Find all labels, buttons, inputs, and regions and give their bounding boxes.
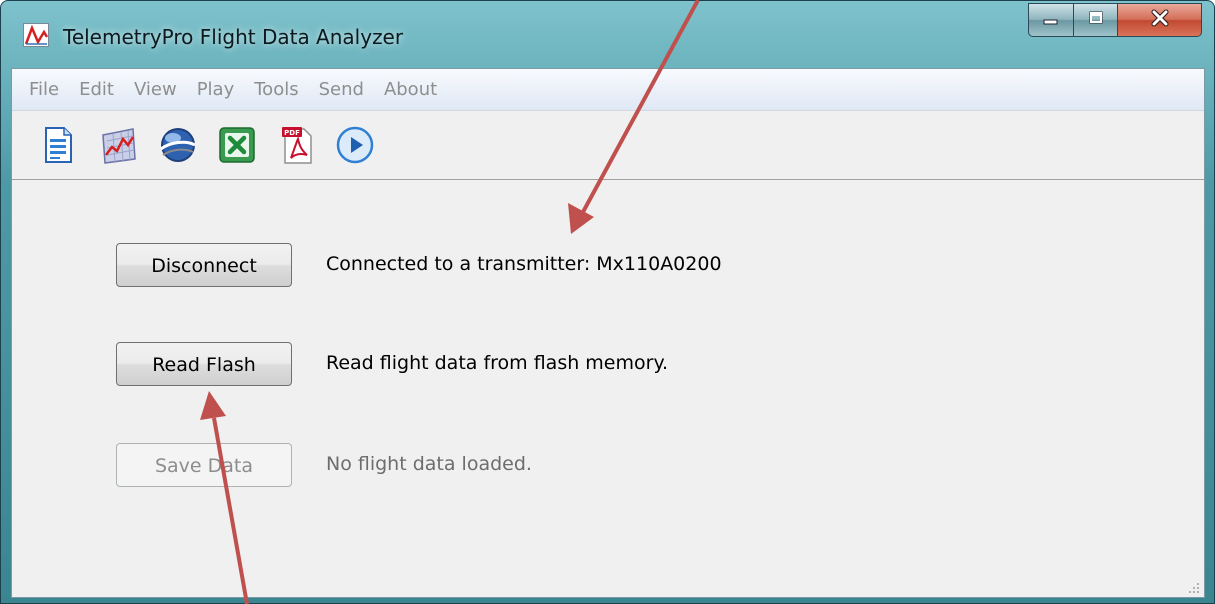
title-bar[interactable]: TelemetryPro Flight Data Analyzer (1, 1, 1214, 61)
pdf-icon[interactable]: PDF (277, 125, 317, 165)
google-earth-icon[interactable] (158, 125, 198, 165)
menu-send[interactable]: Send (302, 79, 375, 100)
read-flash-status: Read flight data from flash memory. (326, 352, 669, 374)
connection-status: Connected to a transmitter: Mx110A0200 (326, 253, 722, 275)
minimize-button[interactable] (1028, 3, 1074, 37)
play-icon[interactable] (335, 125, 375, 165)
pdf-badge-label: PDF (284, 129, 300, 137)
disconnect-button[interactable]: Disconnect (116, 243, 292, 287)
app-logo-icon (23, 23, 49, 47)
save-data-status: No flight data loaded. (326, 453, 532, 475)
menu-about[interactable]: About (367, 79, 448, 100)
resize-grip-icon[interactable] (1186, 579, 1200, 593)
menu-edit[interactable]: Edit (62, 79, 125, 100)
chart-icon[interactable] (99, 125, 139, 165)
menu-play[interactable]: Play (180, 79, 246, 100)
close-button[interactable] (1118, 3, 1202, 37)
excel-icon[interactable] (217, 125, 257, 165)
toolbar: PDF (12, 111, 1204, 180)
window-title: TelemetryPro Flight Data Analyzer (63, 25, 404, 49)
menu-bar: File Edit View Play Tools Send About (12, 69, 1204, 111)
menu-tools[interactable]: Tools (237, 79, 309, 100)
app-window: TelemetryPro Flight Data Analyzer File E… (0, 0, 1215, 604)
caption-buttons (1028, 3, 1202, 37)
save-data-button[interactable]: Save Data (116, 443, 292, 487)
close-icon (1149, 8, 1171, 32)
client-area: File Edit View Play Tools Send About PDF… (11, 68, 1205, 598)
new-document-icon[interactable] (39, 125, 79, 165)
menu-view[interactable]: View (117, 79, 188, 100)
minimize-icon (1042, 9, 1060, 31)
maximize-button[interactable] (1074, 3, 1118, 37)
read-flash-button[interactable]: Read Flash (116, 342, 292, 386)
maximize-icon (1087, 9, 1105, 31)
